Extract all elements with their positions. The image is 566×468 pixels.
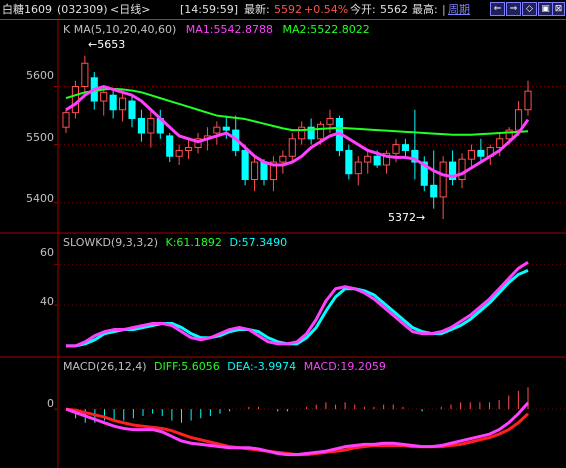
- candle-body: [317, 123, 325, 140]
- kline-y-tick: 5600: [26, 69, 54, 82]
- candle-body: [524, 90, 532, 111]
- kline-y-tick: 5400: [26, 192, 54, 205]
- kd-title: SLOWKD(9,3,3,2): [63, 236, 159, 249]
- kd-k-value: K:61.1892: [165, 236, 222, 249]
- macd-title-row: MACD(26,12,4) DIFF:5.6056 DEA:-3.9974 MA…: [63, 360, 386, 373]
- macd-dea-value: DEA:-3.9974: [227, 360, 297, 373]
- candle-body: [392, 144, 400, 154]
- candle-body: [185, 147, 193, 151]
- candle-body: [137, 117, 145, 134]
- candle-body: [147, 117, 155, 134]
- candle-body: [354, 161, 362, 175]
- kd-title-row: SLOWKD(9,3,3,2) K:61.1892 D:57.3490: [63, 236, 287, 249]
- macd-macd-value: MACD:19.2059: [303, 360, 386, 373]
- candle-body: [477, 149, 485, 157]
- candle-body: [71, 86, 79, 114]
- max-price-marker: ←5653: [88, 38, 126, 51]
- candle-body: [119, 97, 127, 111]
- macd-dea-line: [65, 407, 530, 457]
- kd-y-tick: 60: [40, 246, 54, 259]
- macd-diff-value: DIFF:5.6056: [154, 360, 220, 373]
- candle-body: [326, 117, 334, 125]
- candle-body: [401, 144, 409, 151]
- chart-canvas[interactable]: [0, 0, 566, 468]
- macd-diff-line: [65, 401, 530, 457]
- candle-body: [458, 158, 466, 180]
- candle-body: [222, 126, 230, 131]
- candle-body: [128, 100, 136, 119]
- candle-body: [62, 112, 70, 128]
- candle-body: [109, 94, 117, 111]
- candle-body: [241, 149, 249, 180]
- candle-body: [260, 161, 268, 180]
- candle-body: [279, 155, 287, 163]
- candle-body: [364, 155, 372, 163]
- kline-title-row: K MA(5,10,20,40,60) MA1:5542.8788 MA2:55…: [63, 23, 370, 36]
- ma1-value: MA1:5542.8788: [185, 23, 274, 36]
- candle-body: [345, 149, 353, 175]
- candle-body: [100, 91, 108, 102]
- candle-body: [298, 126, 306, 140]
- macd-y-tick: 0: [47, 397, 54, 410]
- macd-title: MACD(26,12,4): [63, 360, 147, 373]
- candle-body: [175, 149, 183, 157]
- candle-body: [496, 138, 504, 149]
- candle-body: [166, 135, 174, 157]
- min-price-marker: 5372→: [388, 211, 426, 224]
- ma2-value: MA2:5522.8022: [282, 23, 370, 36]
- candle-body: [373, 155, 381, 166]
- candle-body: [81, 62, 89, 87]
- candle-body: [467, 149, 475, 160]
- candle-body: [288, 138, 296, 157]
- kline-y-tick: 5500: [26, 131, 54, 144]
- candle-body: [439, 161, 447, 198]
- kline-title: K MA(5,10,20,40,60): [63, 23, 177, 36]
- candle-body: [213, 126, 221, 134]
- kd-y-tick: 40: [40, 295, 54, 308]
- kd-d-value: D:57.3490: [229, 236, 288, 249]
- candle-body: [251, 161, 259, 180]
- kd-k-line: [66, 260, 529, 348]
- candle-body: [515, 109, 523, 131]
- candle-body: [430, 184, 438, 198]
- kd-d-line: [66, 269, 529, 348]
